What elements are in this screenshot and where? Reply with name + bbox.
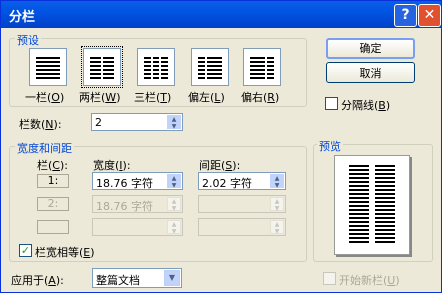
column-number-1: 1: xyxy=(37,174,69,188)
apply-to-select[interactable]: 整篇文档 ▼ xyxy=(92,268,182,288)
columns-count-value: 2 xyxy=(95,116,102,129)
spinner-arrows-icon: ▲ ▼ xyxy=(270,197,284,212)
title-bar[interactable]: 分栏 ? ✕ xyxy=(1,1,441,28)
preset-left-label: 偏左(L) xyxy=(188,91,225,104)
preview-group-title: 预览 xyxy=(317,138,343,154)
spacing-spinner-2: ▲ ▼ xyxy=(198,195,286,213)
columns-dialog: 分栏 ? ✕ 预设 一栏(O) 两栏(W) 三栏(T) 偏左(L) 偏右(R) … xyxy=(0,0,442,293)
width-header: 宽度(I): xyxy=(93,159,131,172)
columns-count-label: 栏数(N): xyxy=(19,118,62,131)
equal-width-label: 栏宽相等(E) xyxy=(35,246,95,259)
ok-button[interactable]: 确定 xyxy=(326,38,415,59)
close-button[interactable]: ✕ xyxy=(418,4,441,27)
width-spacing-group-title: 宽度和间距 xyxy=(15,140,74,156)
spinner-arrows-icon[interactable]: ▲ ▼ xyxy=(167,174,181,189)
three-columns-icon xyxy=(144,57,168,79)
one-column-icon xyxy=(36,57,60,79)
preset-two-columns-button[interactable] xyxy=(81,46,123,88)
spinner-arrows-icon[interactable]: ▲ ▼ xyxy=(270,174,284,189)
left-column-icon xyxy=(198,57,222,79)
preset-left-button[interactable] xyxy=(191,48,229,86)
spinner-arrows-icon: ▲ ▼ xyxy=(167,220,181,235)
width-value-2: 18.76 字符 xyxy=(96,200,153,213)
apply-to-value: 整篇文档 xyxy=(96,274,140,287)
equal-width-checkbox[interactable]: ✓ xyxy=(19,244,32,257)
spinner-arrows-icon[interactable]: ▲ ▼ xyxy=(167,115,181,130)
width-spinner-1[interactable]: 18.76 字符 ▲ ▼ xyxy=(92,172,183,190)
preset-one-column-label: 一栏(O) xyxy=(25,91,65,104)
preview-two-columns-icon xyxy=(349,165,395,243)
cancel-button[interactable]: 取消 xyxy=(326,62,415,83)
divider-checkbox[interactable] xyxy=(325,97,338,110)
spacing-spinner-1[interactable]: 2.02 字符 ▲ ▼ xyxy=(198,172,286,190)
chevron-down-icon[interactable]: ▼ xyxy=(164,270,180,286)
width-value-1: 18.76 字符 xyxy=(96,177,153,190)
apply-to-label: 应用于(A): xyxy=(11,274,64,287)
preset-three-columns-button[interactable] xyxy=(137,48,175,86)
presets-group-title: 预设 xyxy=(15,32,41,48)
start-new-column-checkbox xyxy=(323,272,336,285)
spacing-header: 间距(S): xyxy=(199,159,241,172)
columns-count-spinner[interactable]: 2 ▲ ▼ xyxy=(91,113,183,131)
preset-right-button[interactable] xyxy=(243,48,281,86)
divider-label: 分隔线(B) xyxy=(341,99,391,112)
preset-three-columns-label: 三栏(T) xyxy=(134,91,172,104)
two-columns-icon xyxy=(90,57,114,79)
column-number-3 xyxy=(37,220,69,234)
start-new-column-label: 开始新栏(U) xyxy=(339,274,400,287)
column-number-2: 2: xyxy=(37,197,69,211)
spinner-arrows-icon: ▲ ▼ xyxy=(270,220,284,235)
spacing-value-1: 2.02 字符 xyxy=(202,177,252,190)
spinner-arrows-icon: ▲ ▼ xyxy=(167,197,181,212)
spacing-spinner-3: ▲ ▼ xyxy=(198,218,286,236)
help-button[interactable]: ? xyxy=(394,4,417,27)
width-spinner-2: 18.76 字符 ▲ ▼ xyxy=(92,195,183,213)
preset-two-columns-label: 两栏(W) xyxy=(79,91,121,104)
preview-page xyxy=(334,155,410,255)
width-spinner-3: ▲ ▼ xyxy=(92,218,183,236)
preset-one-column-button[interactable] xyxy=(29,48,67,86)
right-column-icon xyxy=(250,57,274,79)
col-header: 栏(C): xyxy=(37,159,68,172)
dialog-title: 分栏 xyxy=(9,10,36,25)
preset-right-label: 偏右(R) xyxy=(241,91,280,104)
